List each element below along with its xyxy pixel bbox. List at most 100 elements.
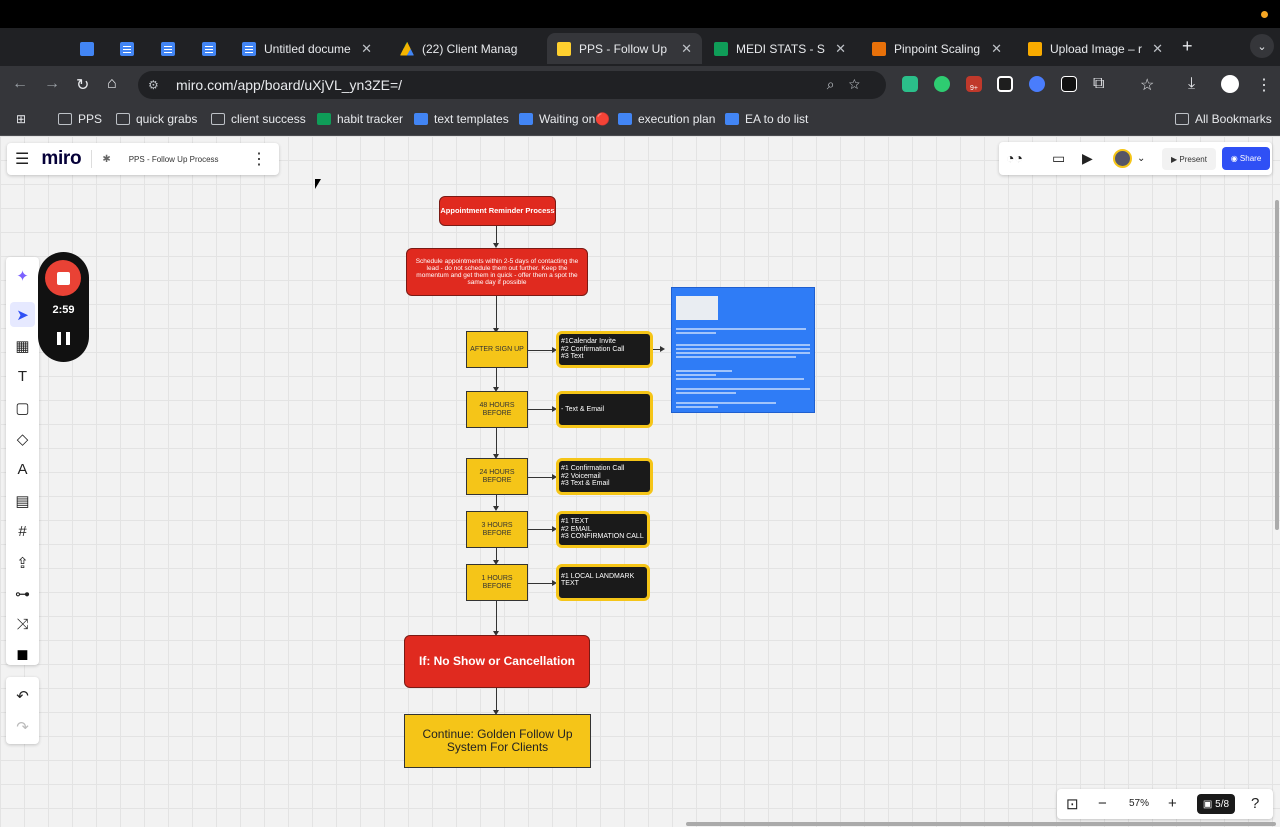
step-when-box[interactable]: AFTER SIGN UP bbox=[466, 331, 528, 368]
pen-icon[interactable]: A bbox=[10, 457, 35, 482]
close-tab-icon[interactable]: ✕ bbox=[351, 41, 372, 57]
zoom-and-star-icons[interactable]: ⌕☆ bbox=[827, 76, 874, 93]
templates-icon[interactable]: ▦ bbox=[10, 333, 35, 358]
tab-client-manage[interactable]: (22) Client Manage bbox=[390, 33, 540, 64]
grammarly-icon[interactable] bbox=[934, 76, 950, 92]
step-actions-box[interactable]: #1 Confirmation Call #2 Voicemail #3 Tex… bbox=[556, 458, 653, 495]
tab-calendar[interactable] bbox=[70, 33, 104, 64]
new-tab-icon[interactable]: + bbox=[1182, 36, 1193, 57]
zoom-in-icon[interactable]: + bbox=[1168, 795, 1177, 812]
close-tab-icon[interactable]: ✕ bbox=[825, 41, 846, 57]
tab-medi-stats[interactable]: MEDI STATS - Sout✕ bbox=[704, 33, 856, 64]
tab-title: Pinpoint Scaling bbox=[894, 41, 981, 56]
tab-doc-1[interactable] bbox=[110, 33, 144, 64]
reader-icon[interactable] bbox=[997, 76, 1013, 92]
tab-doc-2[interactable] bbox=[151, 33, 185, 64]
flow-intro-box[interactable]: Schedule appointments within 2-5 days of… bbox=[406, 248, 588, 296]
more-tools-icon[interactable]: ◼ bbox=[10, 641, 35, 666]
step-when-box[interactable]: 48 HOURS BEFORE bbox=[466, 391, 528, 428]
step-actions-box[interactable]: #1 TEXT #2 EMAIL #3 CONFIRMATION CALL bbox=[556, 511, 650, 548]
tab-pinpoint-scaling[interactable]: Pinpoint Scaling ✕ bbox=[862, 33, 1012, 64]
forward-icon[interactable]: → bbox=[44, 75, 60, 93]
step-actions-box[interactable]: - Text & Email bbox=[556, 391, 653, 428]
profile-avatar[interactable] bbox=[1221, 75, 1239, 93]
menu-icon[interactable]: ⋮ bbox=[1256, 75, 1272, 95]
avatar[interactable] bbox=[1113, 149, 1132, 168]
extension-badge-icon[interactable]: 9+ bbox=[966, 76, 982, 92]
sticky-note-icon[interactable]: ▢ bbox=[10, 395, 35, 420]
text-tool-icon[interactable]: T bbox=[10, 364, 35, 389]
close-tab-icon[interactable]: ✕ bbox=[671, 41, 692, 57]
share-button[interactable]: ◉ Share bbox=[1222, 147, 1270, 170]
ai-sparkle-icon[interactable]: ✦ bbox=[10, 263, 35, 288]
upload-tool-icon[interactable]: ⇪ bbox=[10, 550, 35, 575]
help-icon[interactable]: ? bbox=[1251, 795, 1259, 812]
download-icon[interactable]: ⤓ bbox=[1188, 75, 1195, 93]
extensions-puzzle-icon[interactable]: ⧉ bbox=[1093, 75, 1104, 93]
horizontal-scrollbar[interactable] bbox=[686, 822, 1276, 826]
bookmark-pps[interactable]: PPS bbox=[58, 112, 102, 126]
bookmark-waiting-on[interactable]: Waiting on🔴 bbox=[519, 112, 610, 126]
bookmark-client-success[interactable]: client success bbox=[211, 112, 306, 126]
step-actions-box[interactable]: #1Calendar Invite #2 Confirmation Call #… bbox=[556, 331, 653, 368]
tab-doc-3[interactable] bbox=[192, 33, 226, 64]
stop-recording-button[interactable] bbox=[45, 260, 81, 296]
flow-title-box[interactable]: Appointment Reminder Process bbox=[439, 196, 556, 226]
undo-icon[interactable]: ↶ bbox=[10, 683, 35, 708]
board-more-icon[interactable]: ⋮ bbox=[251, 149, 267, 169]
bookmark-ea-to-do-list[interactable]: EA to do list bbox=[725, 112, 808, 126]
frame-icon[interactable]: # bbox=[10, 519, 35, 544]
step-actions-box[interactable]: #1 LOCAL LANDMARK TEXT bbox=[556, 564, 650, 601]
pause-icon[interactable] bbox=[57, 332, 70, 345]
bookmark-text-templates[interactable]: text templates bbox=[414, 112, 509, 126]
vertical-scrollbar[interactable] bbox=[1275, 200, 1279, 530]
main-menu-icon[interactable]: ☰ bbox=[15, 149, 29, 169]
bookmark-habit-tracker[interactable]: habit tracker bbox=[317, 112, 403, 126]
miro-board-canvas[interactable]: ☰ miro ✱ PPS - Follow Up Process ⋮ ◔◔ ▭ … bbox=[0, 136, 1280, 827]
tab-upload-image[interactable]: Upload Image – re ✕ bbox=[1018, 33, 1173, 64]
video-call-icon[interactable]: ▶ bbox=[1082, 150, 1093, 167]
shapes-icon[interactable]: ◇ bbox=[10, 426, 35, 451]
close-tab-icon[interactable]: ✕ bbox=[981, 41, 1002, 57]
reactions-icon[interactable]: ◔◔ bbox=[1006, 150, 1023, 166]
player-icon[interactable] bbox=[1061, 76, 1077, 92]
bookmark-quick-grabs[interactable]: quick grabs bbox=[116, 112, 197, 126]
tab-pps-follow-up[interactable]: PPS - Follow Up Pr✕ bbox=[547, 33, 702, 64]
extension-icon[interactable] bbox=[902, 76, 918, 92]
apps-grid-icon[interactable]: ⊞ bbox=[16, 112, 26, 126]
select-tool-icon[interactable]: ➤ bbox=[10, 302, 35, 327]
comment-icon[interactable]: ▤ bbox=[10, 488, 35, 513]
board-name[interactable]: PPS - Follow Up Process bbox=[129, 155, 219, 164]
reload-icon[interactable]: ↻ bbox=[76, 75, 89, 95]
reading-list-icon[interactable]: ☆ bbox=[1140, 75, 1154, 95]
all-bookmarks[interactable]: All Bookmarks bbox=[1175, 112, 1272, 126]
bookmark-execution-plan[interactable]: execution plan bbox=[618, 112, 715, 126]
text-line bbox=[676, 332, 716, 334]
continue-box[interactable]: Continue: Golden Follow Up System For Cl… bbox=[404, 714, 591, 768]
pages-button[interactable]: ▣ 5/8 bbox=[1197, 794, 1235, 814]
embedded-document-card[interactable] bbox=[671, 287, 815, 413]
fit-to-screen-icon[interactable]: ⊡ bbox=[1066, 795, 1079, 813]
step-when-box[interactable]: 24 HOURS BEFORE bbox=[466, 458, 528, 495]
tab-untitled-document[interactable]: Untitled document ✕ bbox=[232, 33, 382, 64]
extension-circle-icon[interactable] bbox=[1029, 76, 1045, 92]
tab-search-icon[interactable]: ⌄ bbox=[1250, 34, 1274, 58]
no-show-box[interactable]: If: No Show or Cancellation bbox=[404, 635, 590, 688]
miro-logo[interactable]: miro bbox=[41, 148, 81, 170]
zoom-level[interactable]: 57% bbox=[1129, 798, 1149, 809]
step-when-box[interactable]: 3 HOURS BEFORE bbox=[466, 511, 528, 548]
site-info-icon[interactable]: ⚙ bbox=[148, 78, 164, 92]
zoom-out-icon[interactable]: − bbox=[1098, 795, 1107, 812]
home-icon[interactable]: ⌂ bbox=[107, 75, 117, 93]
comments-icon[interactable]: ▭ bbox=[1052, 150, 1065, 167]
close-tab-icon[interactable]: ✕ bbox=[1142, 41, 1163, 57]
mindmap-icon[interactable]: ⤨ bbox=[10, 612, 35, 637]
back-icon[interactable]: ← bbox=[12, 75, 28, 93]
chevron-down-icon[interactable]: ⌄ bbox=[1137, 153, 1145, 164]
redo-icon[interactable]: ↷ bbox=[10, 714, 35, 739]
diagram-icon[interactable]: ⊶ bbox=[10, 581, 35, 606]
step-when-box[interactable]: 1 HOURS BEFORE bbox=[466, 564, 528, 601]
os-top-bar bbox=[0, 0, 1280, 28]
address-bar[interactable]: ⚙ miro.com/app/board/uXjVL_yn3ZE=/ ⌕☆ bbox=[138, 71, 886, 99]
present-button[interactable]: ▶ Present bbox=[1162, 148, 1216, 170]
